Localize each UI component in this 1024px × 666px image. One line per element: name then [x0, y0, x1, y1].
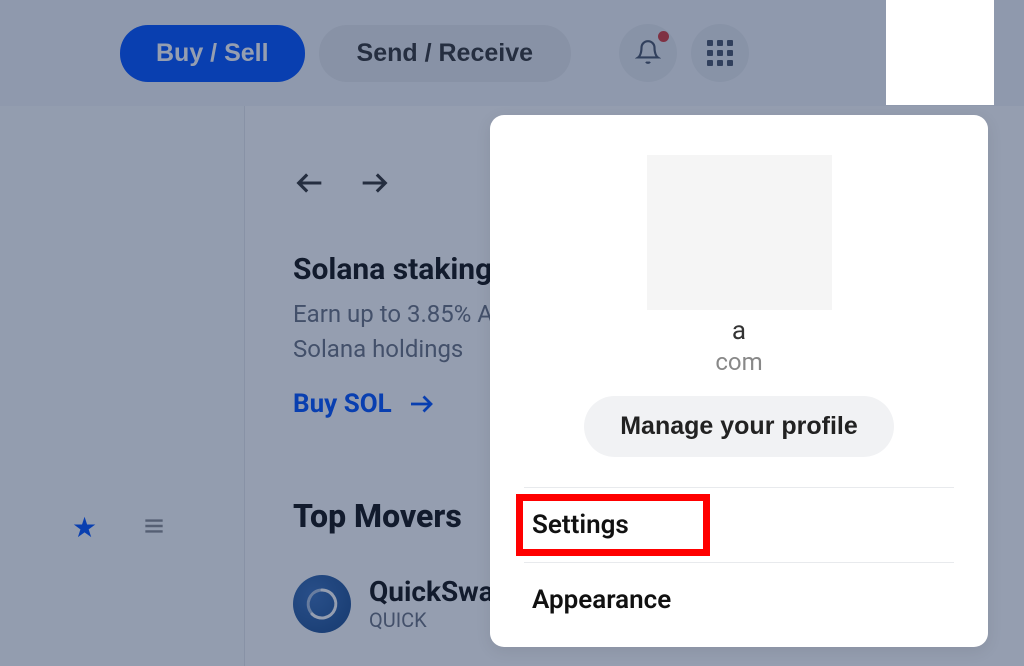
apps-grid-icon — [707, 40, 733, 66]
sidebar: ★ — [0, 106, 245, 666]
dropdown-menu: Settings Appearance — [524, 487, 954, 637]
arrow-right-icon — [406, 389, 436, 419]
arrow-right-icon[interactable] — [357, 166, 391, 204]
profile-email: com — [715, 348, 762, 376]
mover-symbol: QUICK — [369, 608, 494, 632]
apps-button[interactable] — [691, 24, 749, 82]
manage-profile-button[interactable]: Manage your profile — [584, 396, 894, 457]
list-view-icon[interactable] — [141, 513, 167, 543]
bell-icon — [635, 39, 661, 68]
topbar: Buy / Sell Send / Receive — [0, 0, 1024, 106]
profile-name: a — [732, 316, 746, 346]
profile-dropdown: a com Manage your profile Settings Appea… — [490, 115, 988, 647]
avatar-button[interactable] — [886, 0, 994, 105]
notifications-button[interactable] — [619, 24, 677, 82]
menu-item-appearance[interactable]: Appearance — [524, 562, 954, 637]
quickswap-icon — [293, 575, 351, 633]
notification-dot-icon — [658, 31, 669, 42]
profile-image — [647, 155, 832, 310]
buy-sell-button[interactable]: Buy / Sell — [120, 25, 305, 82]
menu-item-settings[interactable]: Settings — [524, 487, 954, 562]
star-icon[interactable]: ★ — [72, 511, 97, 544]
arrow-left-icon[interactable] — [293, 166, 327, 204]
send-receive-button[interactable]: Send / Receive — [319, 25, 571, 82]
mover-name: QuickSwa — [369, 575, 494, 608]
buy-sol-link[interactable]: Buy SOL — [293, 389, 436, 419]
